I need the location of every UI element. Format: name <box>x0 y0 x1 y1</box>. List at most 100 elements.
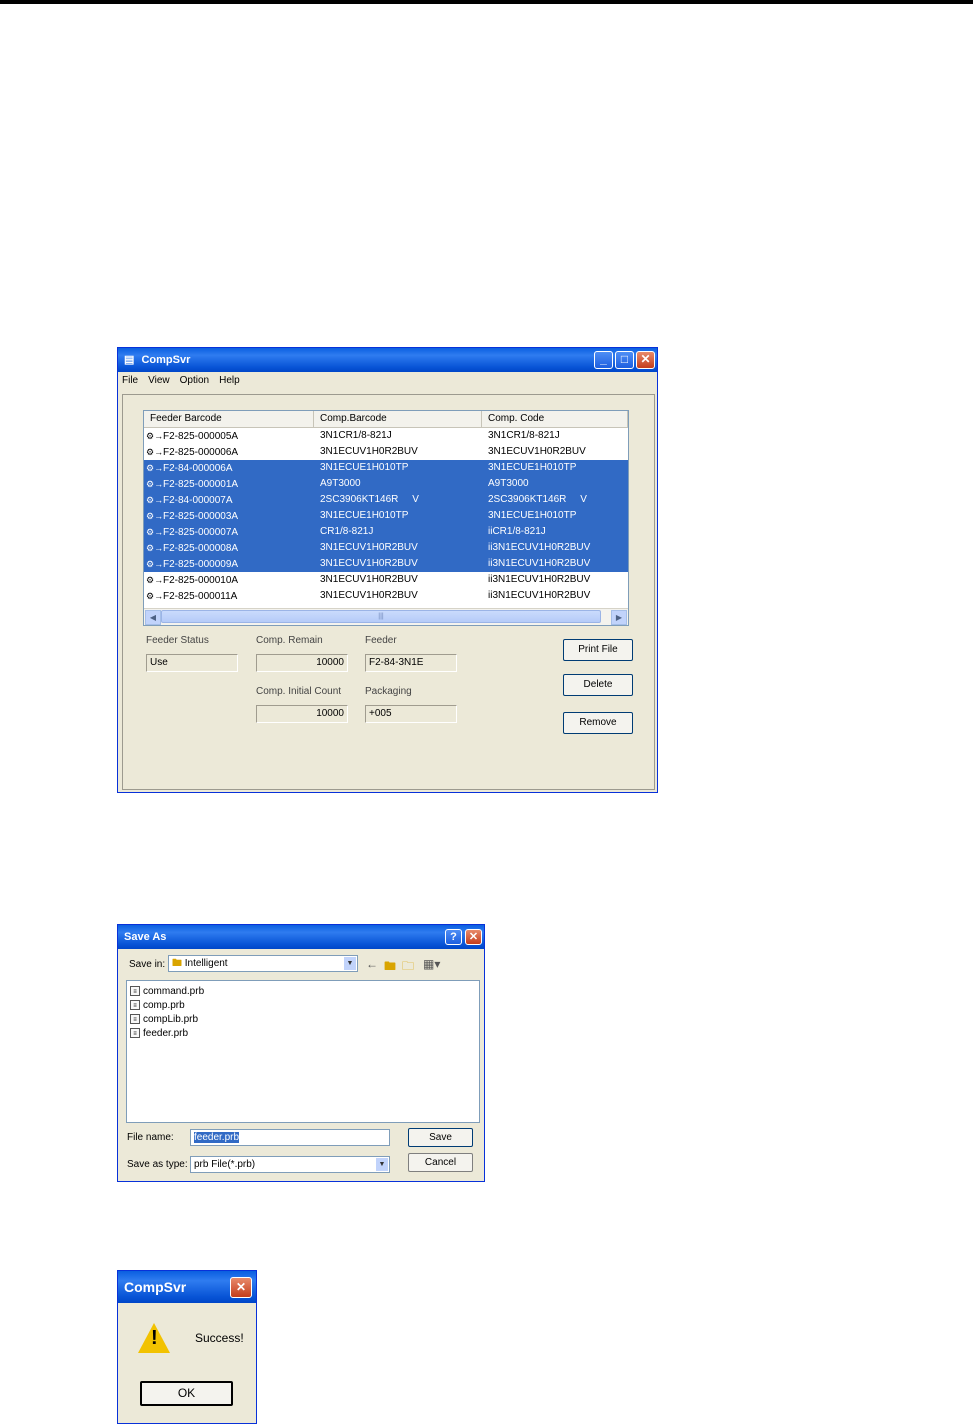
feeder-barcode-cell: ⚙→F2-825-000009A <box>144 556 314 572</box>
feeder-barcode-cell: ⚙→F2-825-000001A <box>144 476 314 492</box>
feeder-barcode-text: F2-825-000007A <box>163 527 239 538</box>
feeder-barcode-cell: ⚙→F2-825-000008A <box>144 540 314 556</box>
comp-code-cell: ii3N1ECUV1H0R2BUV <box>488 542 591 553</box>
feeder-barcode-cell: ⚙→F2-825-000011A <box>144 588 314 604</box>
table-row[interactable]: ⚙→F2-825-000007A CR1/8-821J iiCR1/8-821J <box>144 524 628 540</box>
delete-button[interactable]: Delete <box>563 674 633 696</box>
feeder-barcode-text: F2-84-000006A <box>163 463 233 474</box>
file-icon: ≡ <box>130 986 140 996</box>
table-row[interactable]: ⚙→F2-825-000006A 3N1ECUV1H0R2BUV 3N1ECUV1H… <box>144 444 628 460</box>
comp-barcode-cell: 3N1CR1/8-821J <box>320 430 392 441</box>
feeder-icon: ⚙→ <box>146 559 164 569</box>
list-body: ⚙→F2-825-000005A 3N1CR1/8-821J 3N1CR1/8-82… <box>144 428 628 604</box>
chevron-down-icon[interactable]: ▼ <box>376 1158 388 1171</box>
table-row[interactable]: ⚙→F2-825-000011A 3N1ECUV1H0R2BUV ii3N1ECUV… <box>144 588 628 604</box>
table-row[interactable]: ⚙→F2-825-000010A 3N1ECUV1H0R2BUV ii3N1ECUV… <box>144 572 628 588</box>
menu-file[interactable]: File <box>122 375 138 391</box>
feeder-icon: ⚙→ <box>146 543 164 553</box>
table-row[interactable]: ⚙→F2-825-000005A 3N1CR1/8-821J 3N1CR1/8-82… <box>144 428 628 444</box>
comp-remain-field: 10000 <box>256 654 348 672</box>
save-as-title: Save As <box>124 931 167 943</box>
chevron-down-icon[interactable]: ▼ <box>344 957 356 970</box>
list-header: Feeder Barcode Comp.Barcode Comp. Code <box>144 411 628 428</box>
comp-code-cell: ii3N1ECUV1H0R2BUV <box>488 574 591 585</box>
feeder-status-label: Feeder Status <box>146 635 209 646</box>
file-name: command.prb <box>143 985 205 997</box>
feeder-icon: ⚙→ <box>146 527 164 537</box>
column-comp-code[interactable]: Comp. Code <box>482 411 628 427</box>
compsvr-titlebar[interactable]: ▤ CompSvr <box>118 348 657 372</box>
file-list[interactable]: ≡ command.prb ≡ comp.prb ≡ compLib.prb ≡ feeder… <box>126 980 480 1123</box>
menu-help[interactable]: Help <box>219 375 240 391</box>
list-item[interactable]: ≡ feeder.prb <box>127 1026 479 1040</box>
feeder-icon: ⚙→ <box>146 463 164 473</box>
save-button[interactable]: Save <box>408 1128 473 1147</box>
close-button[interactable]: ✕ <box>636 351 655 369</box>
comp-code-cell: ii3N1ECUV1H0R2BUV <box>488 558 591 569</box>
list-item[interactable]: ≡ comp.prb <box>127 998 479 1012</box>
comp-code-cell: 3N1CR1/8-821J <box>488 430 560 441</box>
comp-remain-label: Comp. Remain <box>256 635 323 646</box>
message-text: Success! <box>195 1331 244 1345</box>
file-name-label: File name: <box>127 1132 174 1143</box>
table-row[interactable]: ⚙→F2-825-000009A 3N1ECUV1H0R2BUV ii3N1ECUV… <box>144 556 628 572</box>
view-menu-icon[interactable]: ▦▾ <box>423 957 440 971</box>
column-feeder-barcode[interactable]: Feeder Barcode <box>144 411 314 427</box>
list-item[interactable]: ≡ compLib.prb <box>127 1012 479 1026</box>
print-file-button[interactable]: Print File <box>563 639 633 661</box>
new-folder-icon[interactable]: 🗀 <box>402 957 414 978</box>
packaging-field: +005 <box>365 705 457 723</box>
warning-icon-mark: ! <box>151 1327 158 1349</box>
save-as-type-dropdown[interactable]: prb File(*.prb) ▼ <box>190 1156 390 1173</box>
app-icon: ▤ <box>124 354 135 366</box>
file-name-input[interactable]: feeder.prb <box>190 1129 390 1146</box>
up-folder-icon[interactable]: 🖿 <box>384 957 396 978</box>
file-name: feeder.prb <box>143 1027 189 1039</box>
table-row[interactable]: ⚙→F2-84-000007A 2SC3906KT146R V 2SC3906KT1… <box>144 492 628 508</box>
menu-option[interactable]: Option <box>180 375 209 391</box>
save-as-close-button[interactable]: ✕ <box>465 929 482 945</box>
minimize-button[interactable]: _ <box>594 351 613 369</box>
comp-barcode-cell: A9T3000 <box>320 478 361 489</box>
save-as-titlebar[interactable]: Save As <box>118 925 484 949</box>
feeder-icon: ⚙→ <box>146 431 164 441</box>
feeder-icon: ⚙→ <box>146 591 164 601</box>
remove-button[interactable]: Remove <box>563 712 633 734</box>
comp-barcode-cell: 3N1ECUE1H010TP <box>320 510 409 521</box>
maximize-button[interactable]: □ <box>615 351 634 369</box>
cancel-button[interactable]: Cancel <box>408 1153 473 1172</box>
file-icon: ≡ <box>130 1014 140 1024</box>
feeder-barcode-text: F2-825-000001A <box>163 479 239 490</box>
feeder-barcode-text: F2-825-000003A <box>163 511 239 522</box>
help-button[interactable]: ? <box>445 929 462 945</box>
table-row[interactable]: ⚙→F2-825-000003A 3N1ECUE1H010TP 3N1ECUE1H0… <box>144 508 628 524</box>
compsvr-window: ▤ CompSvr _ □ ✕ File View Option Help Fe… <box>117 347 658 793</box>
save-as-dialog: Save As ? ✕ Save in: 🖿 Intelligent ▼ ← 🖿… <box>117 924 485 1182</box>
save-in-dropdown[interactable]: 🖿 Intelligent ▼ <box>168 955 358 972</box>
table-row[interactable]: ⚙→F2-825-000001A A9T3000 A9T3000 <box>144 476 628 492</box>
scroll-left-arrow[interactable]: ◀ <box>145 610 161 625</box>
horizontal-scrollbar[interactable]: ◀ ||| ▶ <box>144 608 628 625</box>
message-box-close-button[interactable]: ✕ <box>230 1277 252 1298</box>
file-name-value: feeder.prb <box>194 1132 240 1143</box>
file-list-body: ≡ command.prb ≡ comp.prb ≡ compLib.prb ≡ feeder… <box>127 984 479 1040</box>
scroll-thumb[interactable]: ||| <box>161 610 601 623</box>
comp-code-cell: iiCR1/8-821J <box>488 526 546 537</box>
feeder-barcode-cell: ⚙→F2-825-000007A <box>144 524 314 540</box>
ok-button[interactable]: OK <box>140 1381 233 1406</box>
menu-view[interactable]: View <box>148 375 170 391</box>
list-item[interactable]: ≡ command.prb <box>127 984 479 998</box>
table-row[interactable]: ⚙→F2-825-000008A 3N1ECUV1H0R2BUV ii3N1ECUV… <box>144 540 628 556</box>
back-icon[interactable]: ← <box>366 957 378 971</box>
save-in-value: Intelligent <box>184 958 228 969</box>
feeder-icon: ⚙→ <box>146 447 164 457</box>
feeder-list[interactable]: Feeder Barcode Comp.Barcode Comp. Code ⚙… <box>143 410 629 626</box>
save-as-type-label: Save as type: <box>127 1159 188 1170</box>
feeder-barcode-cell: ⚙→F2-84-000006A <box>144 460 314 476</box>
column-comp-barcode[interactable]: Comp.Barcode <box>314 411 482 427</box>
table-row[interactable]: ⚙→F2-84-000006A 3N1ECUE1H010TP 3N1ECUE1H01… <box>144 460 628 476</box>
file-name: comp.prb <box>143 999 185 1011</box>
scroll-right-arrow[interactable]: ▶ <box>611 610 627 625</box>
menu-bar: File View Option Help <box>122 375 240 391</box>
feeder-icon: ⚙→ <box>146 511 164 521</box>
